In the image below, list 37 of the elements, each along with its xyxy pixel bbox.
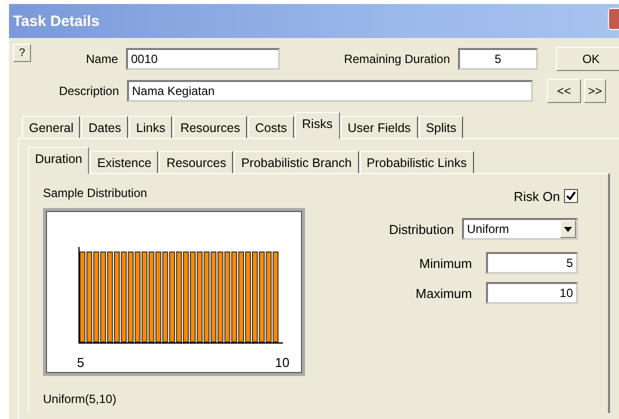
tab[interactable]: Splits: [418, 116, 464, 138]
section-label: Sample Distribution: [43, 186, 148, 200]
description-label: Description: [58, 84, 119, 98]
description-field[interactable]: Nama Kegiatan: [127, 80, 533, 102]
distribution-formula: Uniform(5,10): [43, 392, 116, 406]
maximum-label: Maximum: [416, 286, 472, 300]
tab[interactable]: Resources: [159, 151, 234, 173]
tab[interactable]: Probabilistic Branch: [234, 151, 359, 173]
tab[interactable]: Duration: [28, 147, 90, 174]
risk-on-checkbox[interactable]: [564, 189, 578, 203]
previous-button[interactable]: <<: [547, 79, 581, 103]
tab[interactable]: Costs: [248, 116, 294, 138]
next-button[interactable]: >>: [584, 79, 606, 103]
tab[interactable]: Existence: [90, 151, 158, 173]
tab[interactable]: Dates: [81, 116, 128, 138]
remaining-duration-label: Remaining Duration: [342, 52, 450, 66]
window-title: Task Details: [13, 12, 100, 30]
tab[interactable]: General: [22, 116, 80, 138]
tab[interactable]: User Fields: [340, 116, 418, 138]
risk-on-label: Risk On: [514, 188, 560, 204]
minimum-field[interactable]: 5: [486, 252, 578, 274]
tab[interactable]: Risks: [295, 112, 340, 139]
axis-label: 5: [77, 355, 84, 370]
ok-button[interactable]: OK: [556, 47, 619, 71]
tab[interactable]: Resources: [173, 116, 248, 138]
tab[interactable]: Probabilistic Links: [360, 151, 474, 173]
axis-label: 10: [275, 355, 290, 370]
distribution-label: Distribution: [388, 222, 454, 236]
name-label: Name: [84, 52, 118, 66]
dropdown-arrow-icon: [564, 226, 572, 232]
maximum-field[interactable]: 10: [486, 282, 578, 304]
remaining-duration-field[interactable]: 5: [458, 48, 538, 70]
minimum-label: Minimum: [419, 256, 472, 270]
name-field[interactable]: 0010: [126, 48, 280, 70]
tab[interactable]: Links: [129, 116, 172, 138]
help-button[interactable]: ?: [13, 44, 31, 62]
distribution-dropdown[interactable]: Uniform: [462, 218, 578, 240]
